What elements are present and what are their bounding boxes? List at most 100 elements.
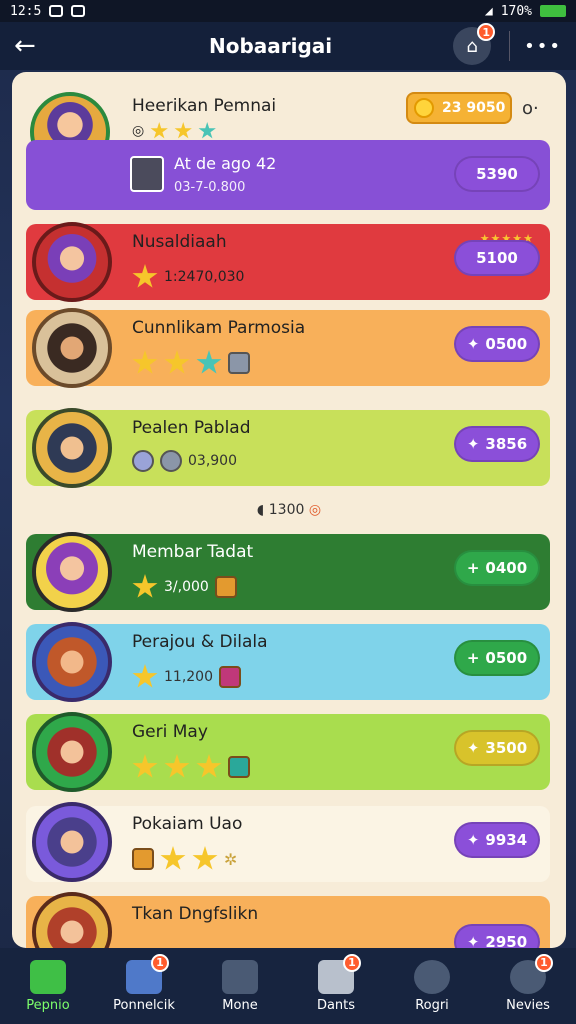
nav-home[interactable]: Pepnio: [3, 959, 93, 1013]
row-avatar[interactable]: [32, 222, 112, 302]
row-action-button[interactable]: + 0500: [454, 640, 540, 676]
row-stats: 03,900: [132, 450, 237, 472]
top-bar: ← Nobaarigai ⌂ 1 •••: [0, 22, 576, 70]
back-button[interactable]: ←: [14, 31, 48, 61]
nav-label: Pepnio: [26, 997, 70, 1013]
row-avatar[interactable]: [32, 802, 112, 882]
plus-icon: ✦: [466, 335, 480, 353]
star-icon: [160, 846, 186, 870]
home-button[interactable]: ⌂ 1: [453, 23, 496, 65]
star-icon: [132, 574, 158, 598]
row-action-button[interactable]: 5100: [454, 240, 540, 276]
star-icon: [164, 754, 190, 778]
row-stats: ✲: [132, 846, 237, 872]
row-avatar[interactable]: [32, 622, 112, 702]
star-icon: [132, 664, 158, 688]
nav-badge: 1: [343, 953, 361, 972]
row-avatar[interactable]: [32, 712, 112, 792]
row-action-label: 0400: [485, 559, 528, 577]
row-avatar[interactable]: [32, 408, 112, 488]
row-action-button[interactable]: ✦ 0500: [454, 326, 540, 362]
hero-claim-button[interactable]: 5390: [454, 156, 540, 192]
row-stats: 11,200: [132, 664, 241, 690]
nav-badge: 1: [151, 953, 169, 972]
row-action-button[interactable]: ✦ 3856: [454, 426, 540, 462]
row-action-label: 5100: [476, 249, 518, 267]
nav-label: Rogri: [415, 997, 449, 1013]
row-stats: 3/,000: [132, 574, 237, 600]
row-name: Perajou & Dilala: [132, 632, 268, 652]
star-icon: [164, 350, 190, 374]
coin-counter[interactable]: 23 9050: [406, 92, 512, 124]
plus-icon: +: [466, 649, 480, 667]
coin-icon: [414, 98, 434, 118]
nav-search[interactable]: Rogri: [387, 959, 477, 1013]
nav-label: Nevies: [506, 997, 550, 1013]
status-bar: 12:5 ◢ 170%: [0, 0, 576, 22]
sub-avatar: [130, 156, 164, 192]
nav-dants[interactable]: 1 Dants: [291, 953, 381, 1013]
star-icon: [174, 122, 192, 139]
battery-percent: 170%: [500, 3, 532, 19]
hero-name: Heerikan Pemnai: [132, 96, 277, 116]
row-action-label: 3856: [485, 435, 528, 453]
plus-icon: ✦: [466, 831, 480, 849]
row-avatar[interactable]: [32, 532, 112, 612]
row-score: 1:2470,030: [164, 269, 245, 285]
row-name: Cunnlikam Parmosia: [132, 318, 306, 338]
header-divider: [509, 31, 511, 61]
row-name: Geri May: [132, 722, 208, 742]
chest-icon: [228, 756, 250, 778]
star-icon: [192, 846, 218, 870]
hero-settings-icon[interactable]: o·: [522, 98, 539, 119]
shield-icon: [132, 450, 154, 472]
page-title: Nobaarigai: [208, 34, 333, 58]
battery-icon: [540, 5, 566, 17]
sparkle-icon: ✲: [224, 849, 238, 869]
row-action-button[interactable]: + 0400: [454, 550, 540, 586]
star-icon: [196, 350, 222, 374]
star-icon: [132, 350, 158, 374]
status-time: 12:5: [10, 3, 42, 19]
row-action-button[interactable]: ✦ 3500: [454, 730, 540, 766]
nav-more[interactable]: Mone: [195, 959, 285, 1013]
nav-settings[interactable]: 1 Nevies: [483, 953, 573, 1013]
hero-claim-label: 5390: [476, 165, 518, 183]
row-action-button[interactable]: ✦ 2950: [454, 924, 540, 948]
plus-icon: ✦: [466, 933, 480, 948]
gem-icon: [160, 450, 182, 472]
row-action-label: 2950: [485, 933, 528, 948]
divider-coin-icon: ◎: [308, 502, 322, 518]
row-name: Nusaldiaah: [132, 232, 227, 252]
plus-icon: +: [466, 559, 480, 577]
shield-icon: [132, 848, 154, 870]
row-stats: [132, 350, 250, 376]
row-name: Membar Tadat: [132, 542, 254, 562]
hero-rating: ◎: [132, 122, 216, 140]
star-icon: [132, 754, 158, 778]
hero-rating-icon: ◎: [132, 123, 145, 139]
search-icon: [414, 959, 450, 994]
more-options-button[interactable]: •••: [524, 36, 562, 57]
coin-amount: 23 9050: [442, 100, 506, 116]
section-divider: ◖ 1300 ◎: [12, 502, 566, 518]
star-icon: [150, 122, 168, 139]
bottom-nav: Pepnio 1 Ponnelcik Mone 1 Dants Rogri 1 …: [0, 948, 576, 1024]
chest-icon: [214, 576, 237, 598]
row-action-label: 3500: [485, 739, 528, 757]
nav-panels[interactable]: 1 Ponnelcik: [99, 953, 189, 1013]
row-action-label: 9934: [485, 831, 528, 849]
row-name: Pokaiam Uao: [132, 814, 243, 834]
divider-dot-icon: ◖: [256, 502, 265, 518]
leaderboard-panel: Heerikan Pemnai ◎ 23 9050 o· At de ago 4…: [12, 72, 566, 948]
gallery-icon: [71, 5, 86, 17]
plus-icon: ✦: [466, 435, 480, 453]
row-action-button[interactable]: ✦ 9934: [454, 822, 540, 858]
row-avatar[interactable]: [32, 308, 112, 388]
wifi-icon: ◢: [484, 3, 493, 19]
plus-icon: ✦: [466, 739, 480, 757]
nav-badge: 1: [535, 953, 553, 972]
nav-label: Ponnelcik: [113, 997, 175, 1013]
home-icon: [30, 959, 66, 994]
nav-label: Dants: [316, 997, 356, 1013]
